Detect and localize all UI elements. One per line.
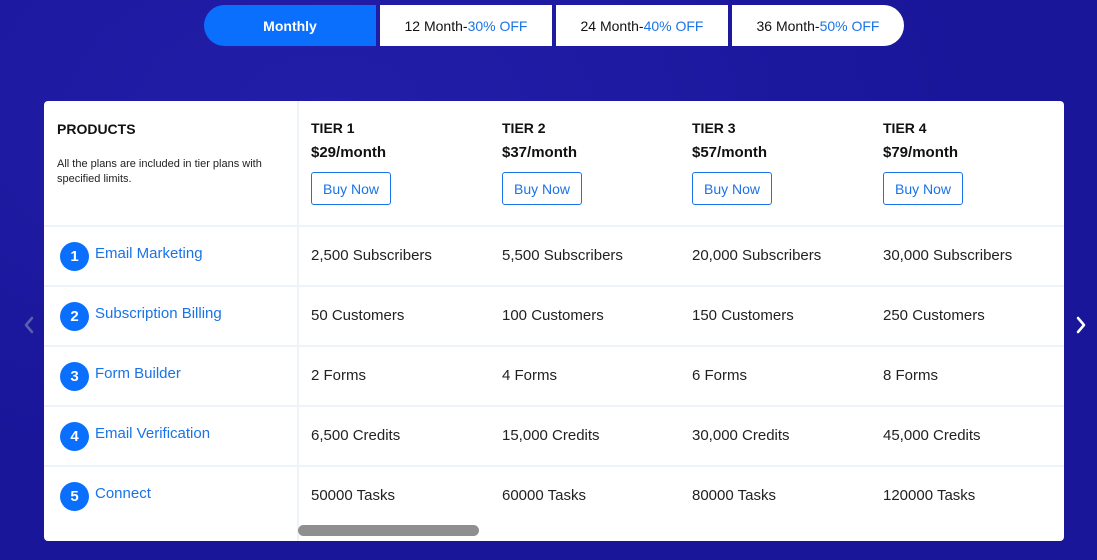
table-cell: 100 Customers [502,307,604,324]
table-cell: 60000 Tasks [502,487,586,504]
tier-price: $57/month [692,144,768,161]
tier-1-header: TIER 1 $29/month Buy Now [311,120,391,205]
tier-price: $29/month [311,144,387,161]
tier-2-header: TIER 2 $37/month Buy Now [502,120,582,205]
billing-period-tabs: Monthly 12 Month - 30% OFF 24 Month - 40… [204,5,904,46]
tier-name: TIER 2 [502,120,546,136]
tab-label: 12 Month [404,17,463,34]
table-cell: 6 Forms [692,367,748,384]
tab-label: Monthly [263,17,317,34]
table-cell: 2,500 Subscribers [311,247,432,264]
table-cell: 30,000 Credits [692,427,790,444]
row-number-badge: 2 [60,302,89,331]
tier-3-header: TIER 3 $57/month Buy Now [692,120,772,205]
table-cell: 150 Customers [692,307,794,324]
table-cell: 2 Forms [311,367,367,384]
pricing-table: PRODUCTS All the plans are included in t… [44,101,1064,541]
products-heading: PRODUCTS [57,121,136,137]
buy-now-button-tier-2[interactable]: Buy Now [502,172,582,205]
table-cell: 30,000 Subscribers [883,247,1013,264]
product-link-connect[interactable]: Connect [95,485,151,502]
table-row: 5 Connect 50000 Tasks 60000 Tasks 80000 … [44,467,1064,525]
row-number-badge: 4 [60,422,89,451]
next-arrow-button[interactable] [1070,312,1092,338]
tab-label: 36 Month [756,17,815,34]
row-number-badge: 3 [60,362,89,391]
table-cell: 250 Customers [883,307,985,324]
table-cell: 6,500 Credits [311,427,401,444]
table-cell: 120000 Tasks [883,487,976,504]
tier-name: TIER 4 [883,120,927,136]
product-link-email-marketing[interactable]: Email Marketing [95,245,203,262]
product-link-email-verification[interactable]: Email Verification [95,425,210,442]
tab-12-month[interactable]: 12 Month - 30% OFF [380,5,552,46]
tab-discount: 40% OFF [643,17,704,34]
tab-monthly[interactable]: Monthly [204,5,376,46]
table-row: 4 Email Verification 6,500 Credits 15,00… [44,407,1064,465]
tab-discount: 30% OFF [467,17,528,34]
table-cell: 15,000 Credits [502,427,600,444]
buy-now-button-tier-1[interactable]: Buy Now [311,172,391,205]
row-number-badge: 1 [60,242,89,271]
tier-price: $79/month [883,144,959,161]
table-cell: 50 Customers [311,307,405,324]
tier-name: TIER 3 [692,120,736,136]
table-row: 1 Email Marketing 2,500 Subscribers 5,50… [44,227,1064,285]
horizontal-scrollbar-thumb[interactable] [298,525,479,536]
tab-36-month[interactable]: 36 Month - 50% OFF [732,5,904,46]
table-row: 3 Form Builder 2 Forms 4 Forms 6 Forms 8… [44,347,1064,405]
buy-now-button-tier-3[interactable]: Buy Now [692,172,772,205]
chevron-right-icon [1076,316,1086,334]
previous-arrow-button[interactable] [18,312,40,338]
table-cell: 4 Forms [502,367,558,384]
table-cell: 80000 Tasks [692,487,776,504]
tier-4-header: TIER 4 $79/month Buy Now [883,120,963,205]
products-description: All the plans are included in tier plans… [57,158,262,185]
table-cell: 50000 Tasks [311,487,395,504]
table-cell: 45,000 Credits [883,427,981,444]
product-link-form-builder[interactable]: Form Builder [95,365,181,382]
chevron-left-icon [24,316,34,334]
row-number-badge: 5 [60,482,89,511]
buy-now-button-tier-4[interactable]: Buy Now [883,172,963,205]
tab-discount: 50% OFF [819,17,880,34]
table-cell: 20,000 Subscribers [692,247,822,264]
product-link-subscription-billing[interactable]: Subscription Billing [95,305,222,322]
table-cell: 8 Forms [883,367,939,384]
table-row: 2 Subscription Billing 50 Customers 100 … [44,287,1064,345]
table-cell: 5,500 Subscribers [502,247,623,264]
tab-label: 24 Month [580,17,639,34]
tab-24-month[interactable]: 24 Month - 40% OFF [556,5,728,46]
tier-name: TIER 1 [311,120,355,136]
tier-price: $37/month [502,144,578,161]
